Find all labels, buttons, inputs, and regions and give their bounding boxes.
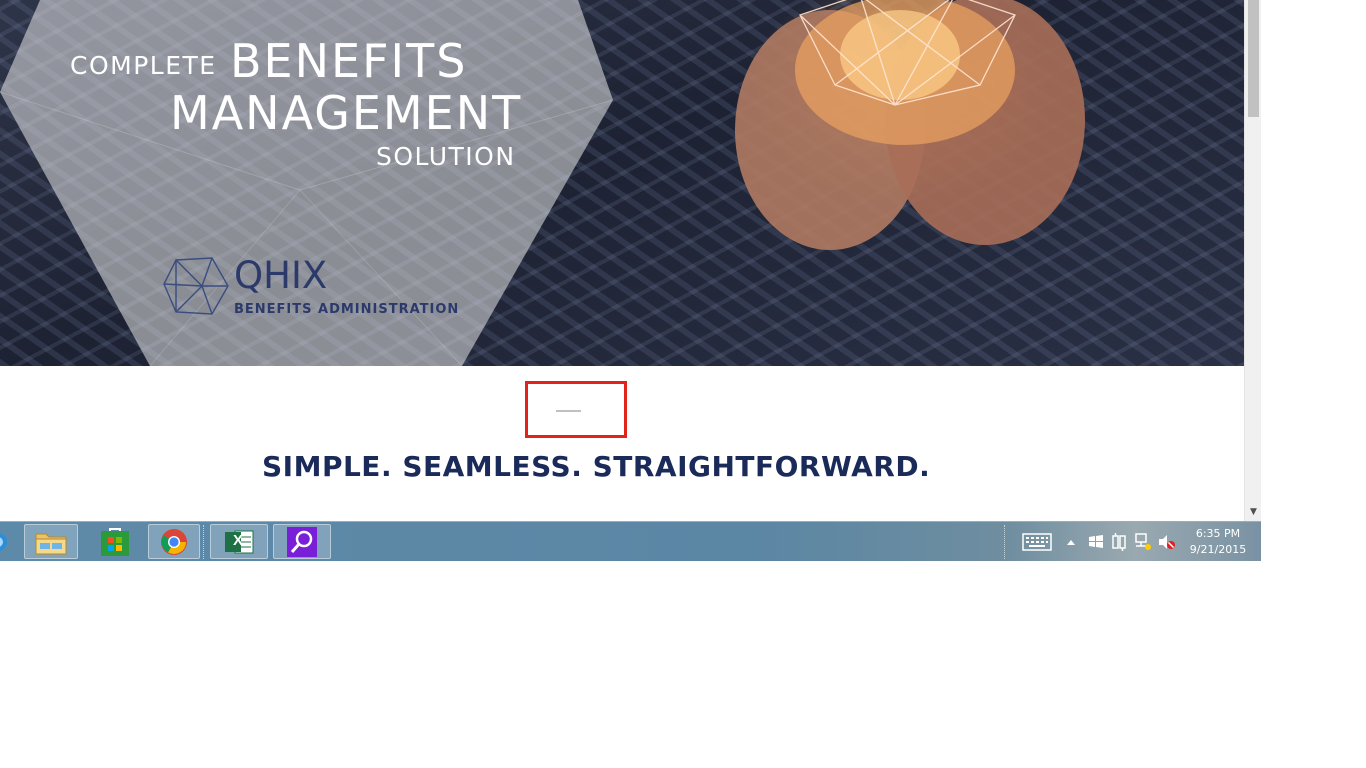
clock-date[interactable]: 9/21/2015 bbox=[1186, 543, 1250, 556]
content-section: SIMPLE. SEAMLESS. STRAIGHTFORWARD. bbox=[0, 366, 1244, 521]
excel-letter: X bbox=[233, 532, 244, 549]
clock-time[interactable]: 6:35 PM bbox=[1192, 527, 1244, 540]
search-icon bbox=[287, 526, 317, 557]
touch-keyboard-icon[interactable] bbox=[1022, 533, 1052, 551]
hero-line-management: MANAGEMENT bbox=[170, 86, 523, 140]
hero-banner: COMPLETE BENEFITS MANAGEMENT SOLUTION QH… bbox=[0, 0, 1244, 366]
hero-line-benefits: BENEFITS bbox=[230, 34, 468, 88]
taskbar-internet-explorer[interactable] bbox=[0, 524, 10, 559]
action-center-flag-icon[interactable] bbox=[1088, 534, 1104, 550]
hero-line-complete: COMPLETE bbox=[70, 51, 217, 80]
section-divider bbox=[556, 410, 581, 412]
logo-name: QHIX bbox=[234, 254, 328, 297]
taskbar-excel[interactable]: X bbox=[210, 524, 268, 559]
windows-taskbar: X 6:35 PM 9/21/2015 bbox=[0, 521, 1261, 561]
volume-muted-icon[interactable] bbox=[1158, 534, 1176, 550]
taskbar-separator bbox=[203, 525, 206, 559]
hero-line-solution: SOLUTION bbox=[376, 142, 516, 171]
taskbar-search-app[interactable] bbox=[273, 524, 331, 559]
taskbar-store[interactable] bbox=[88, 524, 142, 559]
tagline-heading: SIMPLE. SEAMLESS. STRAIGHTFORWARD. bbox=[262, 450, 931, 483]
scrollbar-thumb[interactable] bbox=[1248, 0, 1259, 117]
store-icon bbox=[101, 527, 129, 556]
logo-subtitle: BENEFITS ADMINISTRATION bbox=[234, 302, 460, 317]
taskbar-file-explorer[interactable] bbox=[24, 524, 78, 559]
power-plug-icon[interactable] bbox=[1111, 533, 1127, 551]
vertical-scrollbar[interactable]: ▼ bbox=[1244, 0, 1261, 521]
show-hidden-icons-icon[interactable] bbox=[1066, 538, 1076, 546]
scroll-down-arrow-icon[interactable]: ▼ bbox=[1248, 506, 1259, 518]
ie-icon bbox=[0, 532, 7, 551]
tray-separator bbox=[1004, 525, 1007, 559]
qhix-logo-icon bbox=[163, 257, 229, 315]
chrome-icon bbox=[161, 528, 187, 555]
network-icon[interactable] bbox=[1134, 533, 1152, 551]
folder-icon bbox=[35, 533, 67, 554]
taskbar-google-chrome[interactable] bbox=[148, 524, 200, 559]
screen: COMPLETE BENEFITS MANAGEMENT SOLUTION QH… bbox=[0, 0, 1261, 561]
